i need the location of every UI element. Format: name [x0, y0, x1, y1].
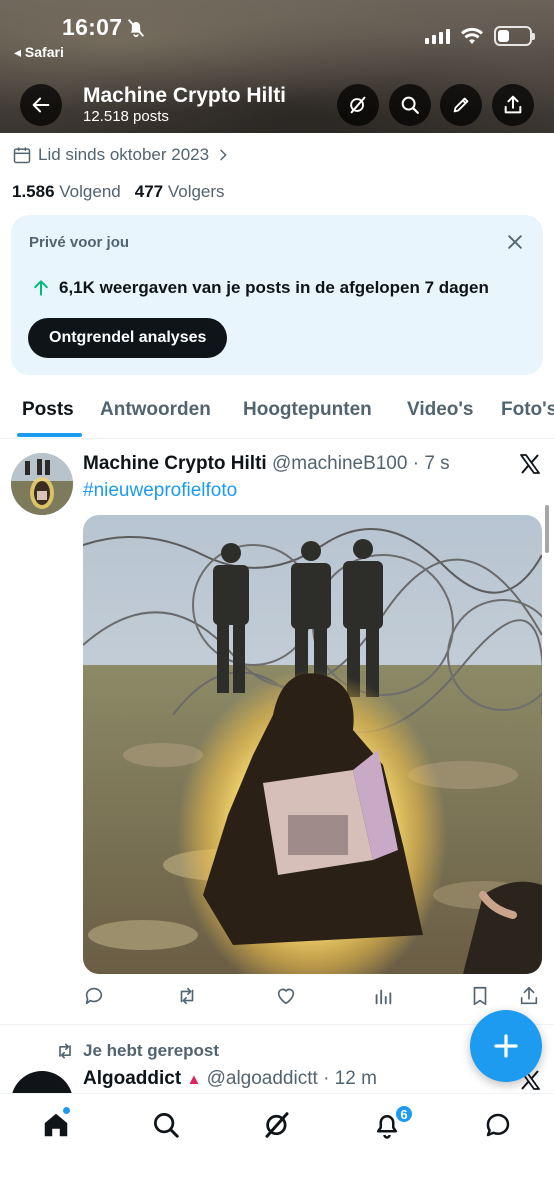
back-arrow-icon [32, 97, 50, 113]
repost-time: · 12 m [323, 1068, 377, 1089]
nav-messages[interactable] [483, 1110, 513, 1140]
joined-date-text: Lid sinds oktober 2023 [38, 145, 210, 164]
repost-indicator: Je hebt gerepost [55, 1041, 219, 1061]
post-time: · 7 s [412, 453, 450, 474]
grok-icon [265, 1112, 289, 1138]
tab-videos[interactable]: Video's [407, 399, 473, 421]
repost-author-name[interactable]: Algoaddict [83, 1068, 181, 1089]
post-hashtag[interactable]: #nieuweprofielfoto [83, 480, 237, 502]
chevron-right-icon [220, 149, 227, 161]
back-button[interactable] [20, 84, 62, 126]
home-unread-dot [62, 1106, 71, 1115]
calendar-icon [13, 147, 31, 164]
post-media-image[interactable] [83, 515, 542, 974]
repost-header: Algoaddict ▲ @algoaddictt · 12 m [83, 1068, 377, 1090]
views-icon[interactable] [372, 985, 394, 1007]
followers-count: 477 [134, 182, 164, 201]
edit-profile-button[interactable] [440, 84, 482, 126]
unlock-analytics-button[interactable]: Ontgrendel analyses [28, 318, 228, 358]
status-time: 16:07 [62, 14, 123, 40]
post-header: Machine Crypto Hilti @machineB100 · 7 s [83, 453, 450, 475]
analytics-card-title: Privé voor jou [29, 234, 130, 251]
status-indicators [425, 26, 535, 46]
tab-replies[interactable]: Antwoorden [100, 399, 211, 421]
edit-pen-icon [453, 97, 469, 113]
tab-posts[interactable]: Posts [22, 399, 74, 421]
search-button[interactable] [389, 84, 431, 126]
followers-link[interactable]: 477 Volgers [135, 182, 225, 202]
share-post-icon[interactable] [518, 985, 540, 1007]
tab-photos[interactable]: Foto's [501, 399, 554, 421]
search-icon [401, 96, 419, 114]
reply-icon[interactable] [83, 985, 105, 1007]
joined-date-link[interactable]: Lid sinds oktober 2023 [12, 145, 231, 165]
followers-label: Volgers [167, 182, 225, 201]
post-divider [0, 1024, 554, 1025]
tab-highlights[interactable]: Hoogtepunten [243, 399, 372, 421]
repost-label: Je hebt gerepost [83, 1041, 220, 1060]
repost-icon [59, 1043, 71, 1059]
follow-stats: 1.586 Volgend 477 Volgers [12, 182, 225, 202]
like-icon[interactable] [275, 985, 297, 1007]
notification-badge: 6 [394, 1104, 414, 1124]
post-author-handle: @machineB100 [271, 453, 408, 474]
back-to-safari-link[interactable]: ◂ Safari [14, 44, 64, 61]
repost-author-handle: @algoaddictt [206, 1068, 318, 1089]
repost-icon[interactable] [176, 985, 198, 1007]
close-icon[interactable] [505, 232, 525, 252]
wifi-icon [461, 27, 483, 44]
grok-button[interactable] [337, 84, 379, 126]
analytics-stat: 6,1K weergaven van je posts in de afgelo… [31, 278, 489, 298]
arrow-up-icon [34, 280, 48, 296]
bookmark-icon[interactable] [469, 985, 491, 1007]
post-actions [0, 985, 554, 1009]
battery-level [498, 30, 509, 42]
messages-icon [486, 1113, 510, 1137]
following-link[interactable]: 1.586 Volgend [12, 182, 121, 202]
analytics-card: Privé voor jou 6,1K weergaven van je pos… [11, 215, 543, 375]
plus-icon [494, 1034, 518, 1058]
post-author-name[interactable]: Machine Crypto Hilti [83, 453, 267, 474]
analytics-stat-text: 6,1K weergaven van je posts in de afgelo… [59, 278, 489, 297]
compose-post-button[interactable] [470, 1010, 542, 1082]
battery-icon [494, 26, 535, 46]
following-count: 1.586 [12, 182, 55, 201]
post-avatar[interactable] [11, 453, 73, 515]
following-label: Volgend [59, 182, 121, 201]
x-logo-icon [520, 454, 540, 474]
grok-icon [350, 96, 366, 114]
search-icon [154, 1113, 179, 1138]
avatar-image [11, 453, 73, 515]
media-photo [83, 515, 542, 974]
cellular-signal-icon [425, 28, 450, 44]
share-button[interactable] [492, 84, 534, 126]
bell-off-icon [127, 19, 145, 38]
bottom-navigation: 6 [0, 1093, 554, 1200]
profile-tabs: Posts Antwoorden Hoogtepunten Video's Fo… [0, 385, 554, 439]
nav-grok[interactable] [262, 1110, 292, 1140]
profile-name: Machine Crypto Hilti [83, 84, 287, 107]
post-count: 12.518 posts [83, 108, 169, 125]
red-triangle-icon: ▲ [186, 1071, 202, 1088]
nav-search[interactable] [151, 1110, 181, 1140]
share-icon [504, 95, 522, 114]
scrollbar[interactable] [545, 505, 549, 553]
profile-header: 16:07 ◂ Safari Machine Crypto Hilti 12.5… [0, 0, 554, 133]
active-tab-indicator [17, 433, 82, 437]
